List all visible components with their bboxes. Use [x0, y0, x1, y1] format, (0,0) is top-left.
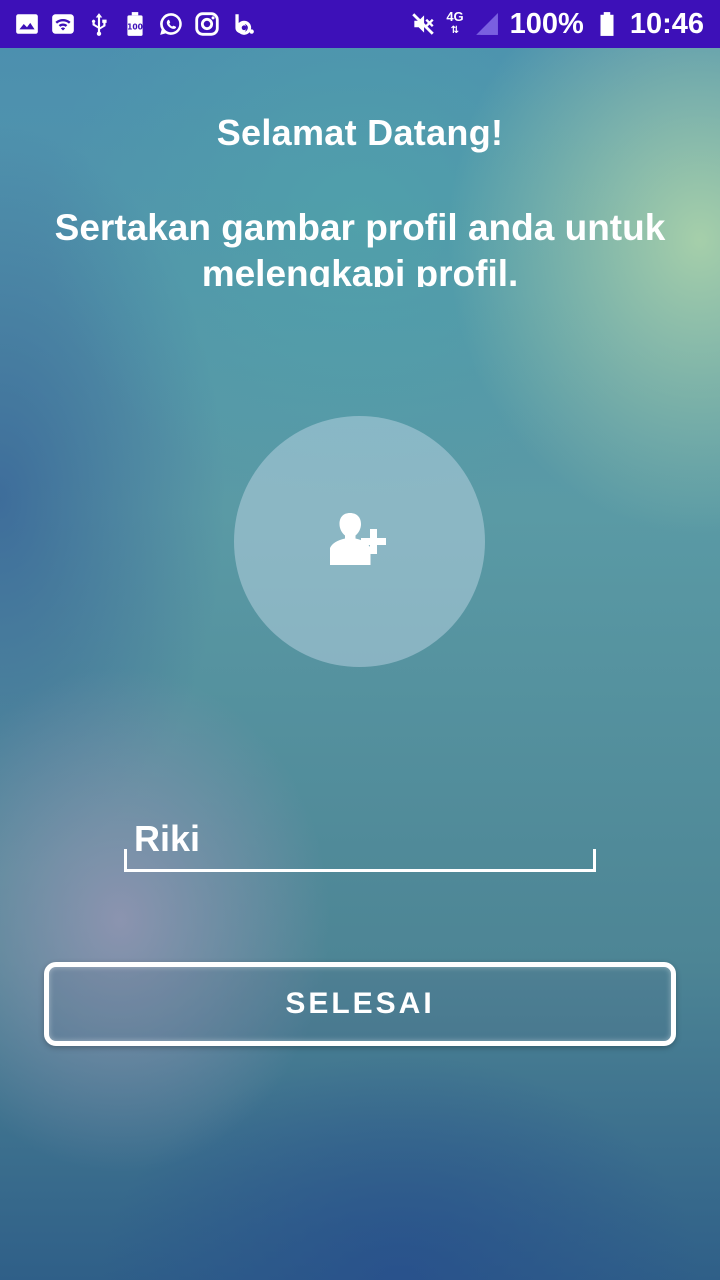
clock: 10:46: [629, 7, 704, 40]
battery-100-icon: 100: [122, 11, 148, 37]
welcome-title: Selamat Datang!: [216, 112, 504, 153]
gallery-icon: [14, 11, 40, 37]
instruction-text: Sertakan gambar profil anda untuk meleng…: [54, 207, 666, 287]
add-user-icon: [328, 509, 392, 574]
network-type: 4G ⇅: [446, 9, 464, 36]
mute-icon: [410, 11, 436, 37]
name-field-underline: [124, 849, 596, 872]
wifi-icon: [50, 11, 76, 37]
signal-icon: [474, 11, 500, 37]
svg-text:100: 100: [127, 22, 143, 31]
battery-icon: [594, 11, 620, 37]
battery-percent: 100%: [509, 7, 584, 40]
beats-icon: [230, 11, 256, 37]
profile-picture-picker[interactable]: [234, 416, 485, 667]
finish-button[interactable]: SELESAI: [44, 962, 676, 1046]
whatsapp-icon: [158, 11, 184, 37]
name-field[interactable]: [124, 806, 596, 872]
instagram-icon: [194, 11, 220, 37]
status-bar: 100 4G ⇅ 100% 10:46: [0, 0, 720, 48]
usb-icon: [86, 11, 112, 37]
